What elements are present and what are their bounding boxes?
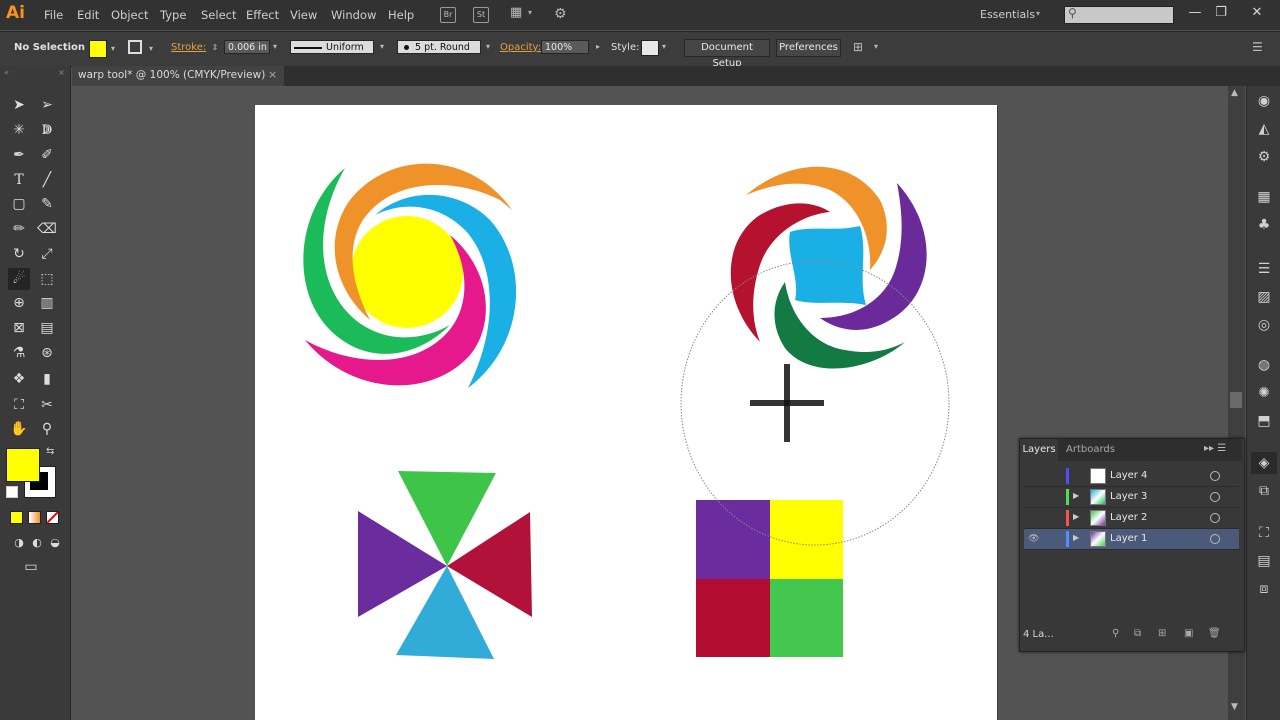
color-panel-icon[interactable]: ◉ — [1251, 90, 1277, 112]
tab-layers[interactable]: Layers — [1020, 439, 1058, 461]
gradient-panel-icon[interactable]: ▨ — [1251, 286, 1277, 308]
vertical-scroll-thumb[interactable] — [1230, 392, 1242, 408]
crosshair-horizontal — [750, 400, 824, 406]
layer-color-chip — [1066, 468, 1069, 484]
locate-object-icon[interactable]: ⚲ — [1112, 628, 1119, 639]
layer-thumbnail — [1090, 489, 1106, 505]
layer-color-chip — [1066, 489, 1069, 505]
expand-layer-icon[interactable]: ▶ — [1073, 533, 1079, 542]
layer-thumbnail — [1090, 510, 1106, 526]
layer-name[interactable]: Layer 2 — [1110, 512, 1147, 523]
layer-row-2[interactable]: ▶ Layer 2 — [1024, 508, 1239, 529]
layer-target-icon[interactable] — [1210, 492, 1220, 502]
swirl-center-yellow — [351, 216, 463, 328]
transparency-icon[interactable]: ◎ — [1251, 314, 1277, 336]
expand-layer-icon[interactable]: ▶ — [1073, 491, 1079, 500]
squares-artwork[interactable] — [696, 500, 843, 657]
layer-color-chip — [1066, 510, 1069, 526]
square-red — [696, 579, 770, 657]
layer-target-icon[interactable] — [1210, 513, 1220, 523]
square-green — [770, 579, 843, 657]
layer-name[interactable]: Layer 4 — [1110, 470, 1147, 481]
expand-layer-icon[interactable]: ▶ — [1073, 512, 1079, 521]
layer-name[interactable]: Layer 3 — [1110, 491, 1147, 502]
pathfinder-icon[interactable]: ⧈ — [1251, 578, 1277, 600]
right-center-cyan — [789, 226, 866, 305]
left-swirl-artwork[interactable] — [303, 163, 517, 388]
fill-swatch[interactable] — [6, 448, 40, 482]
make-clipping-mask-icon[interactable]: ⧉ — [1134, 628, 1141, 639]
layer-thumbnail — [1090, 531, 1106, 547]
visibility-eye-icon[interactable]: 👁 — [1028, 533, 1040, 545]
artboards-panel-icon[interactable]: ⧉ — [1251, 480, 1277, 502]
square-yellow — [770, 500, 843, 579]
transform-icon[interactable]: ⛶ — [1251, 522, 1277, 544]
appearance-icon[interactable]: ◍ — [1251, 354, 1277, 376]
layer-target-icon[interactable] — [1210, 534, 1220, 544]
layers-panel-icon[interactable]: ◈ — [1251, 452, 1277, 474]
layer-color-chip — [1066, 531, 1069, 547]
scroll-up-icon[interactable]: ▲ — [1231, 88, 1238, 98]
asset-export-icon[interactable]: ⬒ — [1251, 410, 1277, 432]
delete-layer-icon[interactable]: 🗑 — [1208, 628, 1221, 639]
square-purple — [696, 500, 770, 579]
layer-row-3[interactable]: ▶ Layer 3 — [1024, 487, 1239, 508]
layer-target-icon[interactable] — [1210, 471, 1220, 481]
libraries-icon[interactable]: ⚙ — [1251, 146, 1277, 168]
create-sublayer-icon[interactable]: ⊞ — [1158, 628, 1166, 639]
scroll-down-icon[interactable]: ▼ — [1231, 702, 1238, 712]
layer-count: 4 La... — [1023, 629, 1054, 640]
color-guide-icon[interactable]: ◭ — [1251, 118, 1277, 140]
triangles-artwork[interactable] — [358, 471, 532, 659]
graphic-styles-icon[interactable]: ✺ — [1251, 382, 1277, 404]
right-swirl-artwork[interactable] — [730, 166, 927, 369]
tab-artboards[interactable]: Artboards — [1066, 444, 1115, 455]
align-panel-icon[interactable]: ▤ — [1251, 550, 1277, 572]
stroke-panel-icon[interactable]: ☰ — [1251, 258, 1277, 280]
layer-row-1[interactable]: 👁 ▶ Layer 1 — [1024, 529, 1239, 550]
layers-panel-menu-icon[interactable]: ▸▸ ☰ — [1204, 443, 1226, 454]
layer-name[interactable]: Layer 1 — [1110, 533, 1147, 544]
symbols-icon[interactable]: ♣ — [1251, 214, 1277, 236]
create-new-layer-icon[interactable]: ▣ — [1184, 628, 1193, 639]
layer-thumbnail — [1090, 468, 1106, 484]
swatches-icon[interactable]: ▦ — [1251, 186, 1277, 208]
layer-row-4[interactable]: Layer 4 — [1024, 466, 1239, 487]
